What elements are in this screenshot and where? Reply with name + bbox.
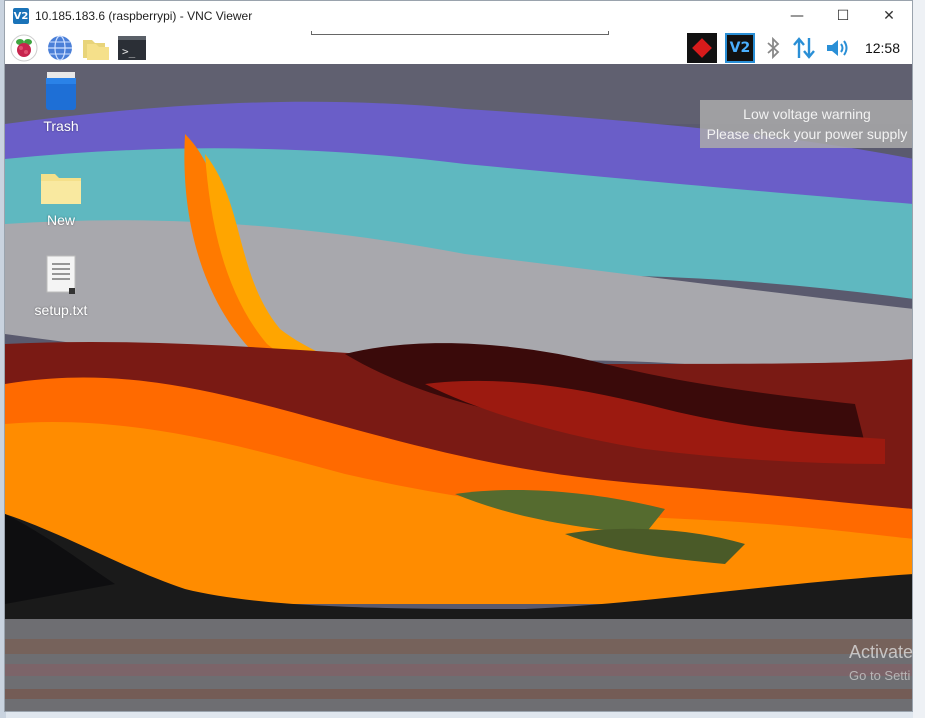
desktop-icon-setup-txt[interactable]: setup.txt bbox=[21, 254, 101, 318]
desktop-icon-label: setup.txt bbox=[34, 302, 88, 318]
vnc-viewer-window: V2 10.185.183.6 (raspberrypi) - VNC View… bbox=[4, 0, 913, 712]
desktop-icon-label: New bbox=[46, 212, 75, 228]
volume-icon bbox=[826, 39, 848, 56]
window-controls: — ☐ ✕ bbox=[774, 1, 912, 31]
file-manager-button[interactable] bbox=[81, 33, 111, 63]
windows-activate-watermark: Activate bbox=[849, 642, 914, 662]
text-file-icon bbox=[46, 255, 76, 294]
maximize-button[interactable]: ☐ bbox=[820, 1, 866, 31]
clock[interactable]: 12:58 bbox=[857, 40, 912, 56]
raspberry-pi-taskbar: >_ V2 12:58 bbox=[5, 31, 912, 64]
terminal-prompt-glyph: >_ bbox=[122, 45, 136, 58]
terminal-button[interactable]: >_ bbox=[117, 33, 147, 63]
raspberry-menu-button[interactable] bbox=[9, 33, 39, 63]
volume-button[interactable] bbox=[821, 31, 857, 64]
window-title: 10.185.183.6 (raspberrypi) - VNC Viewer bbox=[35, 9, 253, 23]
bluetooth-icon bbox=[767, 36, 780, 59]
web-browser-icon bbox=[48, 34, 72, 61]
vnc-server-icon: V2 bbox=[724, 32, 755, 63]
notification-line2: Please check your power supply bbox=[706, 126, 908, 142]
sunset-wallpaper-image bbox=[5, 64, 912, 711]
vnc-viewer-app-icon: V2 bbox=[13, 8, 29, 24]
minimize-button[interactable]: — bbox=[774, 1, 820, 31]
raspberry-menu-icon bbox=[10, 34, 38, 61]
panel-separator bbox=[311, 31, 609, 35]
desktop-wallpaper[interactable]: Trash New setup.txt Low voltage warning … bbox=[5, 64, 912, 711]
remote-desktop[interactable]: Trash New setup.txt Low voltage warning … bbox=[5, 31, 912, 711]
windows-activate-subtext: Go to Setti bbox=[849, 668, 911, 683]
bluetooth-button[interactable] bbox=[759, 31, 787, 64]
file-manager-icon bbox=[83, 39, 109, 60]
web-browser-button[interactable] bbox=[45, 33, 75, 63]
desktop-icon-trash[interactable]: Trash bbox=[21, 70, 101, 134]
title-bar[interactable]: V2 10.185.183.6 (raspberrypi) - VNC View… bbox=[5, 1, 912, 31]
desktop-icon-new-folder[interactable]: New bbox=[21, 170, 101, 228]
power-warning-button[interactable] bbox=[683, 31, 721, 64]
power-warning-icon bbox=[686, 32, 717, 63]
folder-icon bbox=[41, 174, 81, 204]
close-button[interactable]: ✕ bbox=[866, 1, 912, 31]
vnc-server-button[interactable]: V2 bbox=[721, 31, 759, 64]
terminal-icon: >_ bbox=[118, 35, 146, 60]
trash-icon bbox=[46, 72, 76, 110]
system-tray: V2 12:58 bbox=[683, 31, 912, 64]
notification-line1: Low voltage warning bbox=[743, 106, 871, 122]
low-voltage-notification[interactable]: Low voltage warning Please check your po… bbox=[700, 100, 912, 148]
network-icon bbox=[793, 36, 815, 59]
panel-launchers: >_ bbox=[9, 33, 147, 63]
host-desktop-edge-right bbox=[913, 0, 925, 718]
network-button[interactable] bbox=[787, 31, 821, 64]
desktop-icon-label: Trash bbox=[43, 118, 79, 134]
